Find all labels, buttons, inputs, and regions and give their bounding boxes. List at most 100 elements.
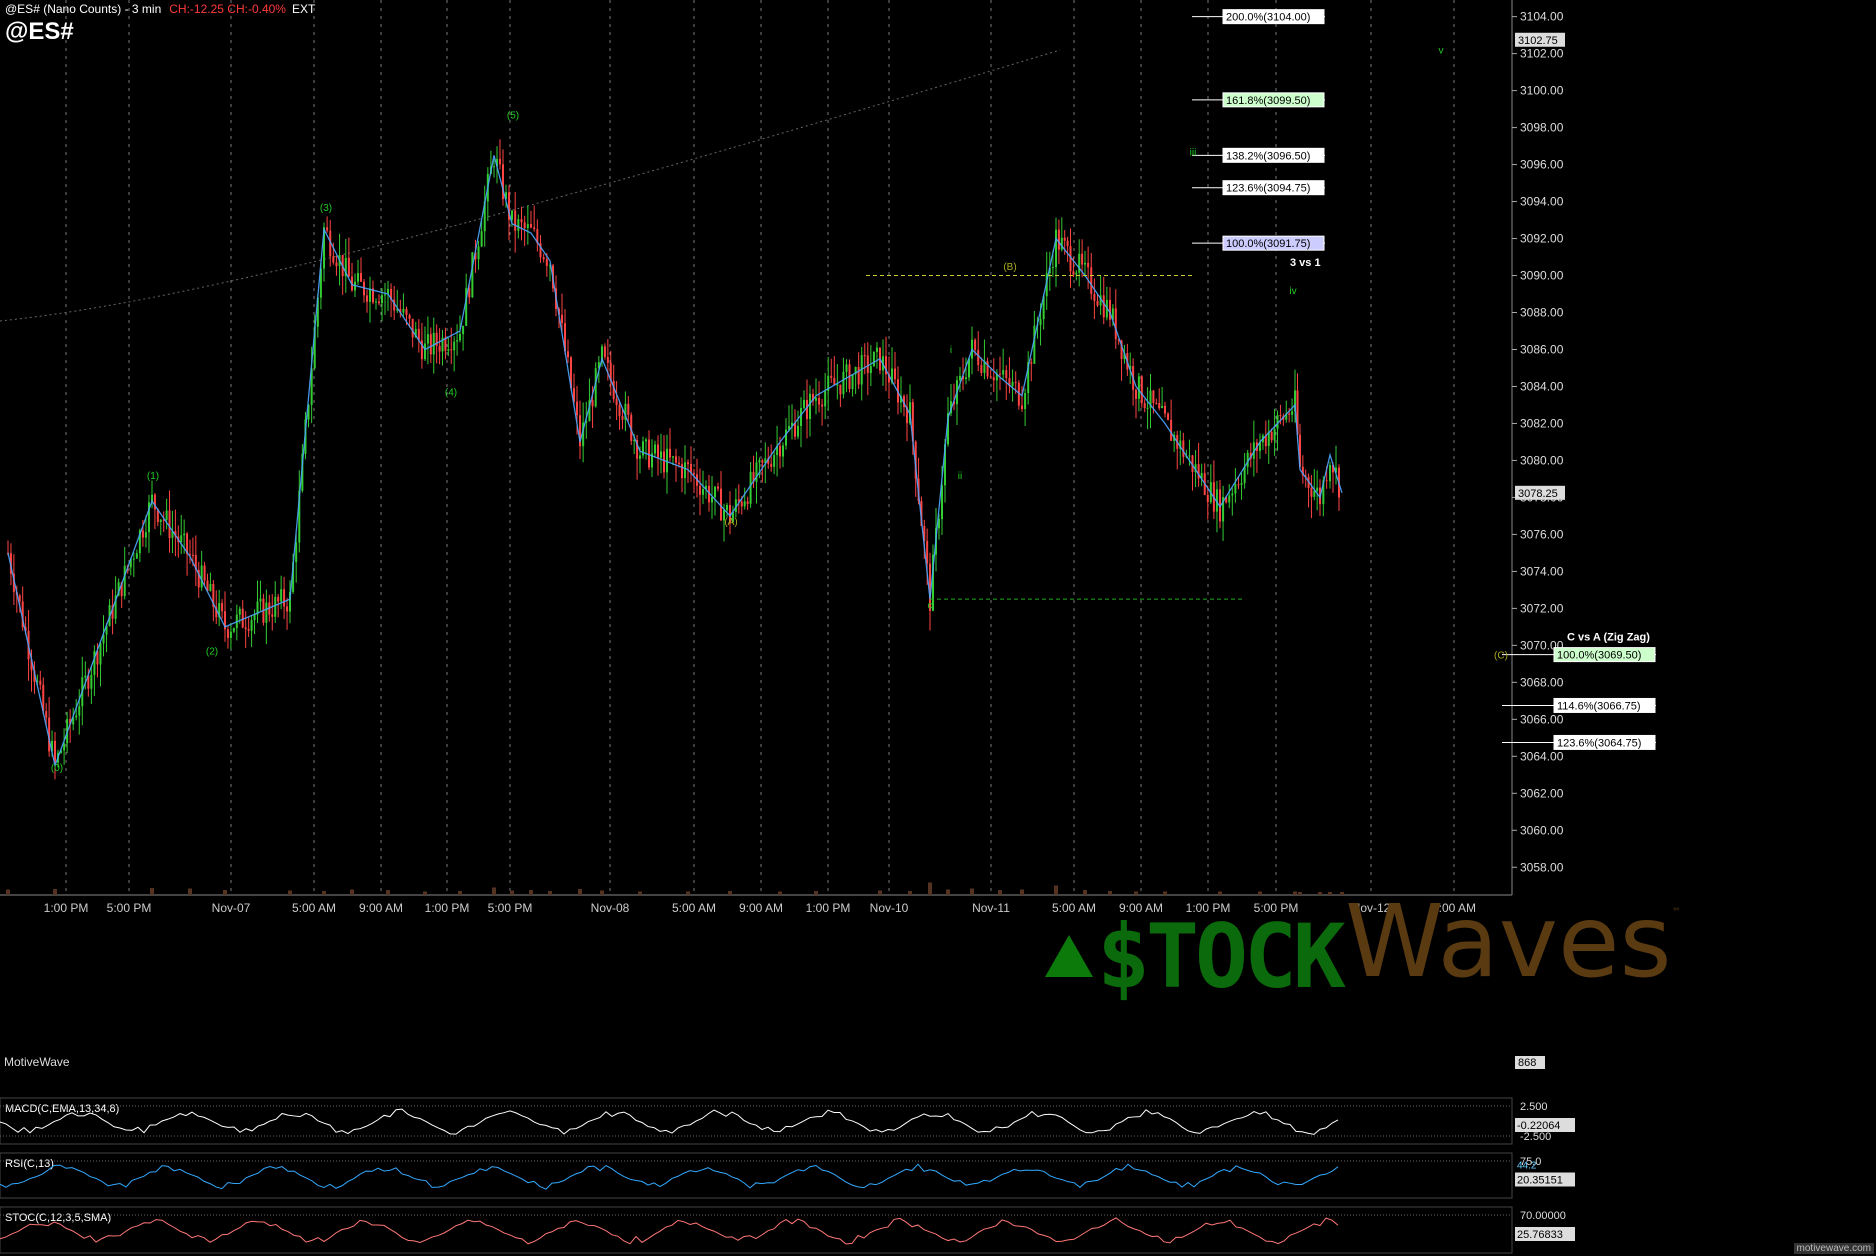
candle-body bbox=[277, 596, 280, 602]
candle-body bbox=[743, 501, 746, 507]
candle-body bbox=[830, 375, 833, 378]
candle-body bbox=[621, 416, 624, 420]
candle-body bbox=[514, 210, 517, 231]
candle-body bbox=[740, 501, 743, 507]
change-text: CH:-12.25 CH:-0.40% bbox=[169, 2, 286, 16]
indicator-tick: -2.500 bbox=[1520, 1131, 1551, 1143]
volume-bar bbox=[970, 888, 974, 895]
candle-body bbox=[872, 351, 875, 367]
candle-body bbox=[699, 485, 701, 495]
volume-bar bbox=[510, 890, 514, 895]
x-tick-label: Nov-11 bbox=[972, 901, 1010, 915]
channel-line bbox=[0, 49, 1061, 322]
candle-body bbox=[209, 583, 212, 591]
volume-bar bbox=[778, 891, 782, 895]
candle-body bbox=[797, 425, 799, 437]
x-tick-label: 5:00 AM bbox=[672, 901, 716, 915]
wave-label: c bbox=[928, 600, 933, 611]
y-tick-label: 3092.00 bbox=[1520, 232, 1564, 246]
candle-body bbox=[1228, 495, 1231, 503]
indicator-panel: STOC(C,12,3,5,SMA) 70.00000 25.76833 bbox=[0, 1206, 1575, 1254]
candle-body bbox=[141, 530, 144, 538]
candle-body bbox=[1051, 267, 1054, 269]
candle-body bbox=[447, 349, 450, 351]
x-tick-label: 1:00 PM bbox=[425, 901, 470, 915]
candle-body bbox=[1237, 484, 1240, 486]
price-axis-bg bbox=[1512, 0, 1876, 1256]
candle-body bbox=[824, 391, 827, 407]
candle-body bbox=[357, 273, 359, 282]
y-tick-label: 3086.00 bbox=[1520, 342, 1564, 356]
candle-body bbox=[453, 341, 456, 351]
candle-body bbox=[761, 460, 764, 463]
candle-body bbox=[517, 219, 520, 231]
price-chart[interactable]: 1:00 PM 5:00 PM Nov-07 5:00 AM 9:00 AM 1:00 P… bbox=[0, 0, 1876, 1256]
candle-body bbox=[1313, 490, 1316, 497]
candle-body bbox=[411, 318, 414, 338]
candle-body bbox=[54, 740, 56, 763]
indicator-value: 25.76833 bbox=[1517, 1229, 1563, 1241]
indicator-bg bbox=[0, 1206, 1513, 1254]
candle-body bbox=[274, 596, 277, 617]
wave-label: iv bbox=[1289, 286, 1296, 297]
x-tick-label: 5:00 AM bbox=[292, 901, 336, 915]
fib-label: 100.0%(3091.75) bbox=[1226, 238, 1310, 250]
candle-body bbox=[203, 565, 206, 581]
candle-body bbox=[1087, 262, 1090, 268]
candle-body bbox=[450, 349, 453, 351]
x-tick-label: 9:00 AM bbox=[739, 901, 783, 915]
candle-body bbox=[526, 224, 529, 229]
candle-body bbox=[265, 602, 268, 623]
candle-body bbox=[926, 541, 929, 564]
wave-label: (3) bbox=[320, 203, 332, 214]
x-tick-label: Nov-10 bbox=[870, 901, 909, 915]
volume-bar bbox=[728, 891, 732, 895]
candle-body bbox=[693, 472, 695, 475]
candle-body bbox=[347, 257, 350, 277]
candle-body bbox=[1090, 267, 1093, 294]
candle-body bbox=[749, 471, 752, 504]
fib-label: 123.6%(3094.75) bbox=[1226, 183, 1310, 195]
wave-label: (5) bbox=[507, 110, 519, 121]
volume-bar bbox=[548, 891, 552, 895]
candle-body bbox=[332, 256, 335, 263]
candle-body bbox=[165, 510, 168, 520]
ext-text: EXT bbox=[291, 2, 316, 16]
volume-bar bbox=[188, 888, 192, 895]
candle-body bbox=[1057, 229, 1060, 250]
y-tick-label: 3090.00 bbox=[1520, 269, 1564, 283]
indicator-name: STOC(C,12,3,5,SMA) bbox=[5, 1212, 111, 1224]
volume-bar bbox=[814, 891, 818, 895]
candle-body bbox=[687, 462, 689, 465]
candle-body bbox=[782, 445, 784, 457]
candle-body bbox=[851, 374, 854, 390]
candle-body bbox=[821, 404, 824, 407]
candle-body bbox=[869, 366, 872, 374]
logo-waves: Waves bbox=[1345, 883, 1672, 1000]
volume-bar bbox=[946, 889, 950, 895]
y-tick-label: 3066.00 bbox=[1520, 712, 1564, 726]
indicator-tick: 70.00000 bbox=[1520, 1210, 1566, 1222]
candle-body bbox=[672, 456, 674, 458]
candle-body bbox=[1072, 271, 1075, 275]
candle-body bbox=[809, 393, 811, 420]
candle-body bbox=[1152, 390, 1155, 403]
y-tick-label: 3098.00 bbox=[1520, 121, 1564, 135]
candle-body bbox=[1182, 440, 1185, 457]
candle-body bbox=[523, 222, 526, 229]
candle-body bbox=[530, 224, 532, 228]
y-tick-label: 3084.00 bbox=[1520, 379, 1564, 393]
candle-body bbox=[408, 315, 411, 319]
x-axis: 1:00 PM 5:00 PM Nov-07 5:00 AM 9:00 AM 1:00 P… bbox=[44, 0, 1476, 915]
triangle-icon bbox=[1045, 935, 1093, 977]
wave-label: ii bbox=[958, 471, 962, 482]
fib-label: 200.0%(3104.00) bbox=[1226, 12, 1310, 24]
volume-bar bbox=[1258, 891, 1262, 895]
candle-body bbox=[992, 377, 995, 381]
candle-body bbox=[75, 715, 78, 718]
candles bbox=[7, 139, 1340, 780]
candle-body bbox=[980, 365, 983, 373]
candle-body bbox=[1188, 455, 1191, 457]
volume-bar bbox=[638, 891, 642, 895]
candle-body bbox=[384, 294, 386, 296]
